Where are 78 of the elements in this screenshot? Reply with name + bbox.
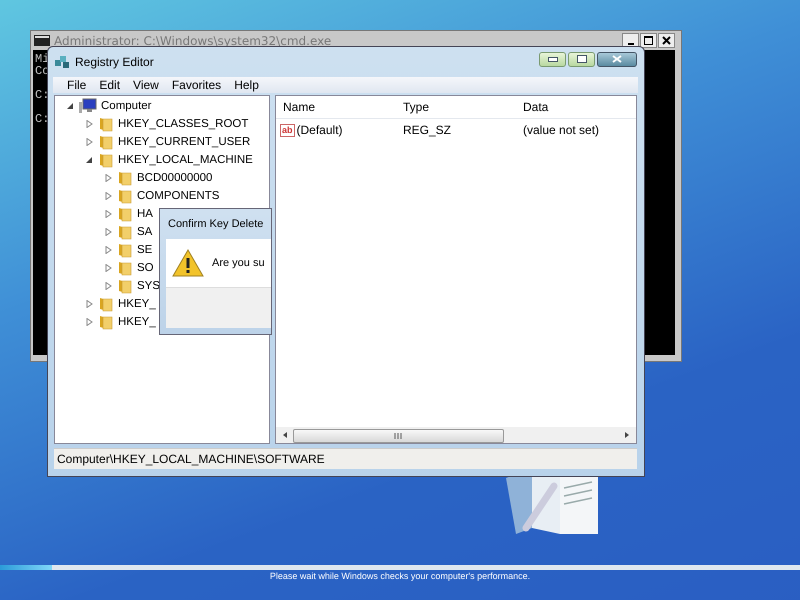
minimize-icon [548,56,558,62]
value-name[interactable]: (Default) [296,123,343,137]
folder-icon [98,134,114,150]
expand-arrow-icon[interactable] [86,300,93,308]
warning-icon [172,249,204,277]
tree-item[interactable]: HKEY_LOCAL_MACHINE [117,154,253,166]
menu-item[interactable]: Help [228,78,266,92]
folder-icon [117,278,133,294]
expand-arrow-icon[interactable] [86,138,93,146]
column-header[interactable]: Name [276,100,396,114]
column-header[interactable]: Data [516,100,636,114]
column-header[interactable]: Type [396,100,516,114]
close-button[interactable] [597,52,637,66]
tree-item[interactable]: HKEY_CURRENT_USER [117,136,250,148]
dialog-message: Are you su [212,257,265,269]
maximize-icon [576,55,586,63]
folder-icon [98,296,114,312]
tree-item[interactable]: HKEY_CLASSES_ROOT [117,118,248,130]
tree-item[interactable]: BCD00000000 [136,172,212,184]
folder-icon [117,224,133,240]
window-title: Registry Editor [75,55,154,69]
scrollbar-thumb[interactable] [293,429,504,443]
tree-item[interactable]: Computer [100,100,152,112]
status-path: Computer\HKEY_LOCAL_MACHINE\SOFTWARE [57,452,325,466]
close-button[interactable] [658,33,675,48]
value-data: (value not set) [522,123,600,137]
collapse-arrow-icon[interactable] [86,156,93,164]
expand-arrow-icon[interactable] [105,174,112,182]
status-message: Please wait while Windows checks your computer's performance. [268,571,532,581]
tree-item[interactable]: SA [136,226,152,238]
registry-cubes-icon [54,54,70,70]
expand-arrow-icon[interactable] [105,264,112,272]
minimize-button[interactable] [539,52,566,66]
minimize-icon [628,42,634,44]
horizontal-scrollbar[interactable] [276,427,636,443]
menu-item[interactable]: View [127,78,166,92]
expand-arrow-icon[interactable] [86,318,93,326]
grip-icon [394,433,402,439]
window-title: Administrator: C:\Windows\system32\cmd.exe [54,34,332,48]
tree-item[interactable]: SO [136,262,154,274]
tree-item[interactable]: HKEY_ [117,298,156,310]
console-icon [34,35,50,46]
console-line: C: [35,113,50,125]
tree-item[interactable]: HKEY_ [117,316,156,328]
expand-arrow-icon[interactable] [105,246,112,254]
folder-icon [117,242,133,258]
folder-icon [117,170,133,186]
scroll-right-arrow-icon[interactable] [623,431,631,439]
tree-item[interactable]: SE [136,244,152,256]
tree-item[interactable]: COMPONENTS [136,190,220,202]
tree-item[interactable]: SYS [136,280,160,292]
menu-item[interactable]: Favorites [166,78,228,92]
maximize-button[interactable] [568,52,595,66]
collapse-arrow-icon[interactable] [67,102,74,110]
scroll-left-arrow-icon[interactable] [281,431,289,439]
maximize-button[interactable] [640,33,657,48]
close-icon [662,36,671,45]
folder-icon [117,260,133,276]
dialog-title: Confirm Key Delete [167,217,264,232]
folder-icon [98,116,114,132]
close-icon [612,55,622,63]
expand-arrow-icon[interactable] [105,228,112,236]
menu-item[interactable]: Edit [93,78,128,92]
folder-icon [98,314,114,330]
folder-icon [117,188,133,204]
computer-icon [79,98,97,114]
expand-arrow-icon[interactable] [86,120,93,128]
value-type: REG_SZ [402,123,452,137]
expand-arrow-icon[interactable] [105,282,112,290]
expand-arrow-icon[interactable] [105,192,112,200]
menu-item[interactable]: File [61,78,94,92]
console-line: C: [35,89,50,101]
maximize-icon [644,36,653,45]
tree-item[interactable]: HA [136,208,153,220]
expand-arrow-icon[interactable] [105,210,112,218]
folder-icon [98,152,114,168]
folder-icon [117,206,133,222]
string-value-icon: ab [280,124,295,136]
